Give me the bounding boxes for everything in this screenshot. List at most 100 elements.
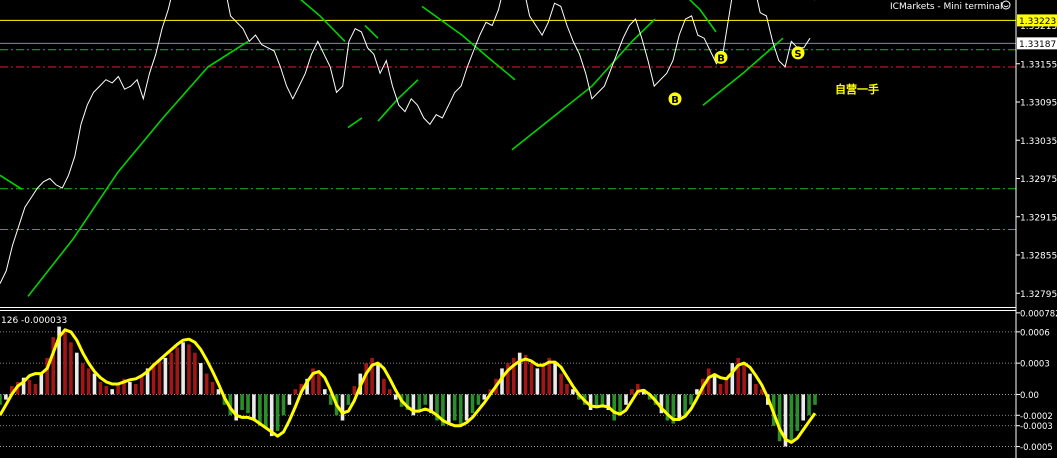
histogram-bar	[376, 363, 380, 395]
oscillator-tick-label: 0.000782	[1020, 309, 1057, 319]
histogram-bar	[423, 394, 427, 405]
broker-title: ICMarkets - Mini terminal	[890, 2, 1002, 12]
histogram-bar	[789, 394, 794, 442]
histogram-bar	[163, 357, 168, 395]
price-tick-label: 1.32915	[1020, 213, 1057, 223]
price-tick-label: 1.33155	[1020, 60, 1057, 70]
histogram-bar	[98, 381, 103, 395]
histogram-bar	[388, 389, 392, 395]
price-tick-label: 1.33035	[1020, 137, 1057, 147]
histogram-bar	[157, 361, 162, 395]
histogram-bar	[541, 363, 546, 395]
trend-channel-line	[688, 0, 717, 33]
histogram-bar	[382, 378, 386, 395]
price-tag-label: 1.33223	[1019, 17, 1056, 27]
histogram-bar	[588, 394, 593, 410]
oscillator-tick-label: -0.0003	[1020, 422, 1053, 432]
histogram-bar	[317, 373, 321, 395]
histogram-bar	[417, 394, 422, 410]
histogram-bar	[624, 394, 628, 405]
trend-channel-line	[702, 37, 784, 106]
signal-marker-b: B	[668, 92, 682, 106]
histogram-bar	[458, 394, 463, 426]
histogram-bar	[630, 389, 634, 395]
histogram-bar	[600, 394, 605, 405]
histogram-bar	[340, 394, 345, 421]
histogram-bar	[69, 342, 73, 395]
histogram-bar	[240, 394, 244, 410]
trading-chart[interactable]: B B S 1.32795 1.32855 1.32915 1.32975 1.33035 1…	[0, 0, 1057, 458]
oscillator-pane	[0, 326, 1016, 447]
price-tick-label: 1.32795	[1020, 290, 1057, 300]
histogram-bar	[110, 389, 114, 395]
signal-marker-label: B	[671, 95, 679, 106]
histogram-bar	[748, 373, 752, 395]
oscillator-tick-label: 0.00	[1020, 391, 1039, 401]
histogram-bar	[39, 373, 44, 395]
histogram-bar	[27, 379, 32, 395]
histogram-bar	[346, 394, 351, 405]
histogram-bar	[724, 378, 729, 395]
histogram-bar	[204, 373, 209, 395]
histogram-bar	[139, 375, 144, 395]
chinese-annotation: 自营一手	[835, 82, 879, 96]
histogram-bar	[535, 368, 540, 395]
histogram-bar	[464, 394, 469, 421]
histogram-bar	[210, 381, 215, 395]
histogram-bar	[104, 386, 109, 395]
histogram-bar	[777, 394, 782, 442]
oscillator-tick-label: 0.0003	[1020, 360, 1050, 370]
histogram-bar	[795, 394, 800, 431]
histogram-bar	[33, 384, 38, 395]
histogram-bar	[683, 394, 687, 416]
histogram-bar	[801, 394, 805, 421]
histogram-bar	[187, 344, 191, 395]
price-line	[0, 0, 811, 284]
histogram-bar	[181, 342, 185, 395]
histogram-bar	[594, 394, 599, 407]
histogram-bar	[75, 352, 79, 395]
histogram-bar	[323, 389, 327, 395]
histogram-bar	[175, 347, 179, 395]
histogram-bar	[730, 363, 735, 395]
histogram-bar	[565, 384, 569, 395]
histogram-bar	[470, 394, 475, 414]
histogram-bar	[252, 394, 256, 421]
trend-channel-line	[347, 117, 363, 129]
histogram-bar	[718, 384, 723, 395]
histogram-bar	[447, 394, 451, 424]
smiley-icon[interactable]	[1001, 0, 1011, 10]
signal-marker-s: S	[791, 46, 805, 60]
histogram-bar	[4, 394, 8, 400]
histogram-bar	[293, 389, 298, 395]
histogram-bar	[807, 394, 811, 416]
histogram-bar	[517, 352, 522, 395]
histogram-bar	[281, 394, 286, 416]
histogram-bar	[169, 352, 174, 395]
oscillator-tick-label: -0.0005	[1020, 443, 1053, 453]
histogram-bar	[193, 352, 197, 395]
histogram-bar	[677, 394, 681, 421]
oscillator-tick-label: 0.0006	[1020, 328, 1050, 338]
histogram-bar	[264, 394, 268, 428]
histogram-bar	[476, 394, 481, 405]
signal-marker-label: S	[794, 49, 801, 60]
histogram-bar	[452, 394, 457, 421]
histogram-bar	[80, 363, 85, 395]
price-tick-label: 1.33095	[1020, 99, 1057, 109]
trend-channel-line	[364, 24, 379, 39]
histogram-bar	[742, 363, 746, 395]
histogram-bar	[612, 394, 616, 421]
histogram-bar	[287, 394, 292, 405]
histogram-bar	[63, 331, 67, 395]
histogram-bar	[559, 373, 563, 395]
histogram-bar	[0, 394, 2, 405]
signal-marker-label: B	[717, 53, 725, 64]
oscillator-tick-label: -0.0002	[1020, 412, 1053, 422]
histogram-bar	[246, 394, 250, 414]
price-pane: B B S	[0, 0, 1016, 297]
histogram-bar	[275, 394, 280, 431]
histogram-bar	[689, 394, 693, 405]
price-tick-label: 1.32855	[1020, 252, 1057, 262]
histogram-bar	[116, 384, 120, 395]
